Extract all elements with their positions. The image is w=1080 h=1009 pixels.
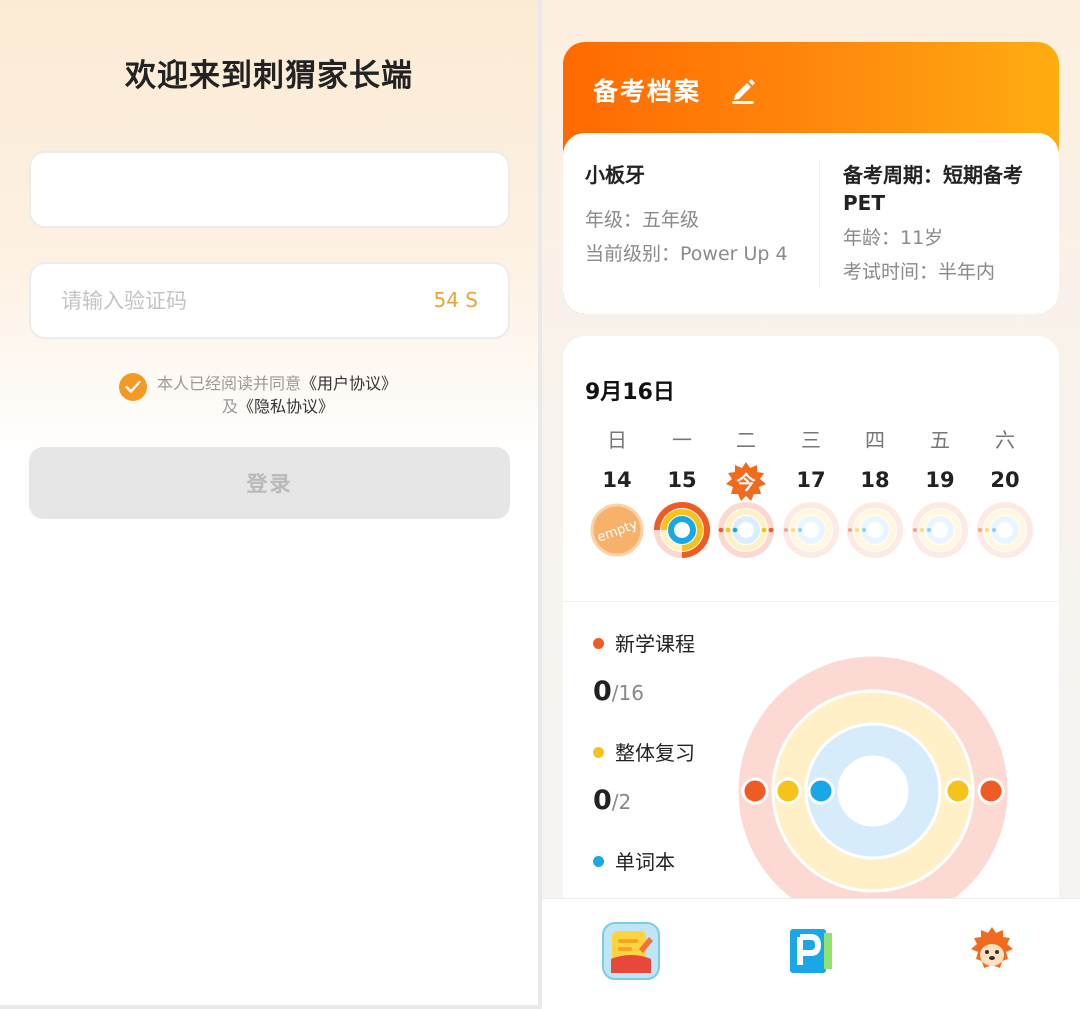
weekday-label: 五 [930, 428, 950, 452]
review-marker [774, 777, 802, 805]
review-total: /2 [611, 790, 632, 814]
calendar-divider [563, 601, 1059, 602]
today-badge[interactable]: 今 [724, 460, 768, 504]
profile-card: 备考档案 小板牙 年级：五年级 当前级别：Power Up 4 备考周期：短期备… [563, 42, 1059, 314]
new-course-dot [593, 638, 604, 649]
prep-cycle-line1: 备考周期：短期备考 [843, 163, 1023, 187]
check-icon [125, 380, 141, 393]
student-level: 当前级别：Power Up 4 [585, 243, 788, 265]
new-course-label: 新学课程 [615, 632, 695, 656]
review-count: 0/2 [593, 785, 631, 816]
day-progress-ring[interactable] [653, 501, 711, 559]
review-done: 0 [593, 785, 612, 816]
day-number[interactable]: 14 [595, 468, 639, 492]
weekday-label: 一 [672, 428, 692, 452]
vocab-marker [807, 777, 835, 805]
code-input[interactable] [61, 264, 421, 337]
day-number[interactable]: 15 [660, 468, 704, 492]
new-course-marker [741, 777, 769, 805]
weekday-label: 二 [736, 428, 756, 452]
edit-icon[interactable] [729, 74, 759, 104]
phone-field[interactable] [29, 151, 510, 228]
agree-and: 及 [222, 397, 239, 416]
bottom-nav [542, 898, 1080, 1009]
day-progress-ring[interactable] [846, 501, 904, 559]
user-agreement-link[interactable]: 《用户协议》 [301, 374, 397, 393]
dashboard-screen: 备考档案 小板牙 年级：五年级 当前级别：Power Up 4 备考周期：短期备… [542, 0, 1080, 1009]
day-number[interactable]: 17 [789, 468, 833, 492]
day-progress-ring[interactable] [717, 501, 775, 559]
vocab-dot [593, 856, 604, 867]
student-age: 年龄：11岁 [843, 227, 944, 249]
code-field: 54 S [29, 262, 510, 339]
prep-cycle-line2: PET [843, 191, 885, 215]
resend-countdown[interactable]: 54 S [433, 288, 478, 312]
weekday-label: 六 [995, 428, 1015, 452]
profile-divider [819, 159, 820, 289]
profile-title: 备考档案 [593, 77, 702, 106]
exam-time: 考试时间：半年内 [843, 261, 996, 283]
login-title: 欢迎来到刺猬家长端 [125, 58, 413, 94]
progress-rings [738, 656, 1008, 926]
weekday-label: 日 [607, 428, 627, 452]
day-number[interactable]: 19 [918, 468, 962, 492]
profile-body: 小板牙 年级：五年级 当前级别：Power Up 4 备考周期：短期备考 PET… [563, 133, 1059, 314]
privacy-agreement-link[interactable]: 《隐私协议》 [238, 397, 334, 416]
day-number[interactable]: 18 [853, 468, 897, 492]
agreement-text: 本人已经阅读并同意《用户协议》 及《隐私协议》 [157, 372, 427, 418]
day-progress-ring[interactable] [976, 501, 1034, 559]
day-number[interactable]: 20 [983, 468, 1027, 492]
student-name: 小板牙 [585, 163, 645, 187]
prep-cycle: 备考周期：短期备考 PET [843, 161, 1053, 217]
hedgehog-icon[interactable] [962, 921, 1022, 981]
new-course-end-marker [977, 777, 1005, 805]
weekday-label: 四 [865, 428, 885, 452]
review-end-marker [944, 777, 972, 805]
review-dot [593, 747, 604, 758]
review-label: 整体复习 [615, 741, 695, 765]
day-progress-ring[interactable] [782, 501, 840, 559]
agree-checkbox[interactable] [119, 373, 147, 401]
empty-day-badge[interactable]: empty [588, 501, 646, 559]
p-book-icon[interactable] [780, 921, 840, 981]
weekday-label: 三 [801, 428, 821, 452]
login-button[interactable]: 登录 [29, 447, 510, 519]
login-screen: 欢迎来到刺猬家长端 54 S 本人已经阅读并同意《用户协议》 及《隐私协议》 登… [0, 0, 538, 1005]
profile-right-column: 备考周期：短期备考 PET 年龄：11岁 考试时间：半年内 [843, 161, 1053, 289]
calendar-card: 9月16日 日 一 二 三 四 五 六 14 15 今 17 18 19 20 [563, 336, 1059, 936]
study-plan-icon[interactable] [601, 921, 661, 981]
today-label: 今 [736, 472, 756, 494]
new-course-done: 0 [593, 676, 612, 707]
agree-prefix: 本人已经阅读并同意 [157, 374, 302, 393]
vocab-label: 单词本 [615, 850, 675, 874]
profile-left-column: 小板牙 年级：五年级 当前级别：Power Up 4 [585, 161, 788, 271]
calendar-date: 9月16日 [585, 380, 675, 405]
new-course-count: 0/16 [593, 676, 644, 707]
new-course-total: /16 [611, 681, 644, 705]
day-progress-ring[interactable] [911, 501, 969, 559]
student-grade: 年级：五年级 [585, 209, 700, 231]
